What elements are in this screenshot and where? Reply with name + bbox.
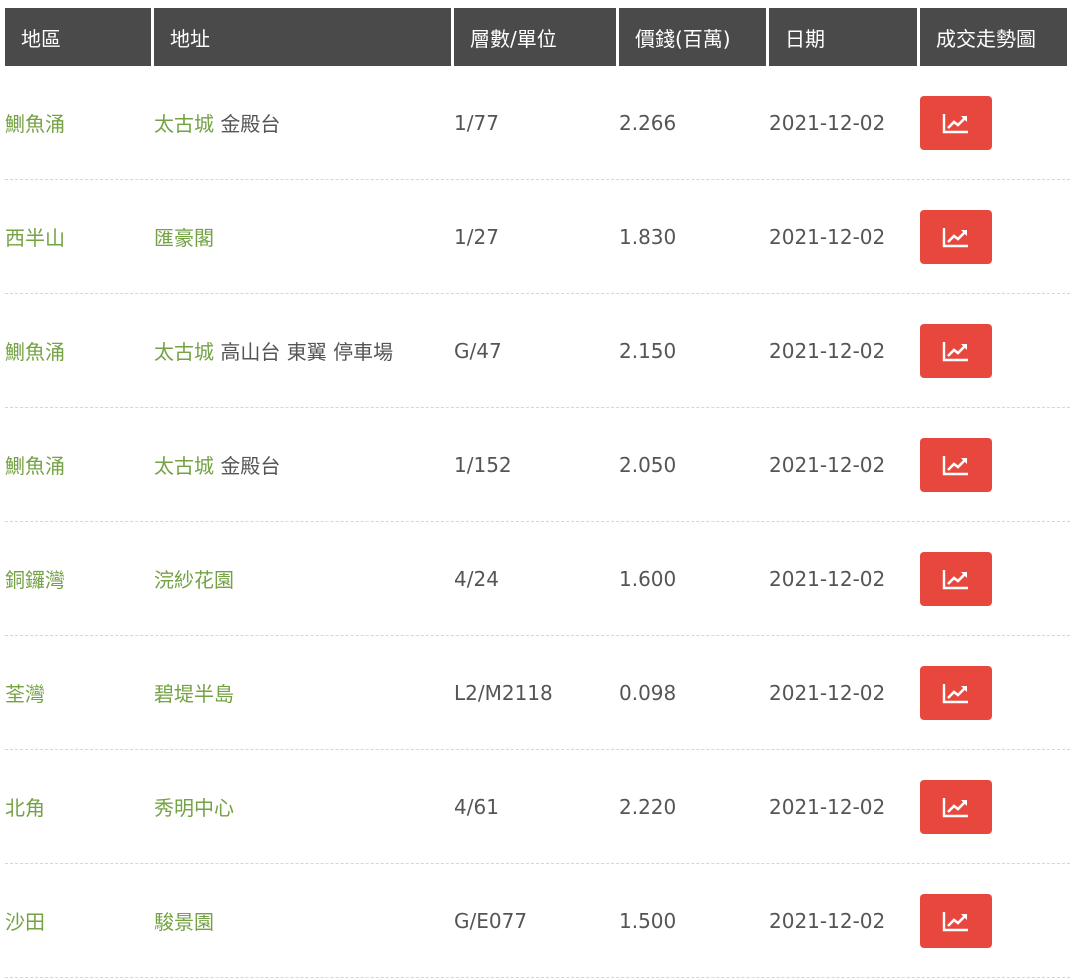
estate-link[interactable]: 浣紗花園 bbox=[154, 568, 234, 592]
trend-chart-button[interactable] bbox=[920, 437, 992, 492]
trend-cell bbox=[920, 893, 1070, 948]
district-link[interactable]: 北角 bbox=[5, 792, 154, 821]
transactions-table: 地區 地址 層數/單位 價錢(百萬) 日期 成交走勢圖 鰂魚涌 太古城 金殿台 … bbox=[5, 8, 1070, 978]
estate-link[interactable]: 匯豪閣 bbox=[154, 226, 214, 250]
table-header: 地區 地址 層數/單位 價錢(百萬) 日期 成交走勢圖 bbox=[5, 8, 1070, 66]
floor-unit: 4/61 bbox=[454, 794, 499, 819]
date: 2021-12-02 bbox=[769, 680, 886, 705]
table-row: 荃灣 碧堤半島 L2/M2118 0.098 2021-12-02 bbox=[5, 636, 1070, 750]
table-row: 鰂魚涌 太古城 金殿台 1/77 2.266 2021-12-02 bbox=[5, 66, 1070, 180]
header-price: 價錢(百萬) bbox=[619, 8, 766, 66]
line-chart-icon bbox=[942, 797, 968, 817]
line-chart-icon bbox=[942, 341, 968, 361]
line-chart-icon bbox=[942, 113, 968, 133]
date: 2021-12-02 bbox=[769, 224, 886, 249]
trend-cell bbox=[920, 779, 1070, 834]
price: 1.830 bbox=[619, 224, 677, 249]
floor-unit: 1/152 bbox=[454, 452, 512, 477]
district-link[interactable]: 西半山 bbox=[5, 222, 154, 251]
trend-cell bbox=[920, 551, 1070, 606]
address-detail: 金殿台 bbox=[214, 112, 281, 136]
line-chart-icon bbox=[942, 683, 968, 703]
trend-chart-button[interactable] bbox=[920, 779, 992, 834]
trend-chart-button[interactable] bbox=[920, 665, 992, 720]
table-body: 鰂魚涌 太古城 金殿台 1/77 2.266 2021-12-02 西半山 匯豪… bbox=[5, 66, 1070, 978]
date: 2021-12-02 bbox=[769, 452, 886, 477]
trend-cell bbox=[920, 437, 1070, 492]
address-cell: 駿景園 bbox=[154, 906, 454, 935]
trend-cell bbox=[920, 95, 1070, 150]
trend-cell bbox=[920, 209, 1070, 264]
price: 2.266 bbox=[619, 110, 677, 135]
address-cell: 秀明中心 bbox=[154, 792, 454, 821]
address-detail: 金殿台 bbox=[214, 454, 281, 478]
floor-unit: 4/24 bbox=[454, 566, 499, 591]
trend-chart-button[interactable] bbox=[920, 893, 992, 948]
trend-chart-button[interactable] bbox=[920, 209, 992, 264]
header-address: 地址 bbox=[154, 8, 451, 66]
floor-unit: G/E077 bbox=[454, 908, 528, 933]
price: 2.150 bbox=[619, 338, 677, 363]
address-cell: 太古城 金殿台 bbox=[154, 450, 454, 479]
estate-link[interactable]: 太古城 bbox=[154, 112, 214, 136]
address-detail: 高山台 東翼 停車場 bbox=[214, 340, 394, 364]
trend-cell bbox=[920, 323, 1070, 378]
address-cell: 碧堤半島 bbox=[154, 678, 454, 707]
floor-unit: L2/M2118 bbox=[454, 680, 553, 705]
price: 1.600 bbox=[619, 566, 677, 591]
floor-unit: G/47 bbox=[454, 338, 502, 363]
district-link[interactable]: 鰂魚涌 bbox=[5, 450, 154, 479]
floor-unit: 1/77 bbox=[454, 110, 499, 135]
price: 0.098 bbox=[619, 680, 677, 705]
line-chart-icon bbox=[942, 455, 968, 475]
district-link[interactable]: 荃灣 bbox=[5, 678, 154, 707]
floor-unit: 1/27 bbox=[454, 224, 499, 249]
district-link[interactable]: 沙田 bbox=[5, 906, 154, 935]
header-date: 日期 bbox=[769, 8, 917, 66]
estate-link[interactable]: 太古城 bbox=[154, 340, 214, 364]
district-link[interactable]: 鰂魚涌 bbox=[5, 108, 154, 137]
address-cell: 浣紗花園 bbox=[154, 564, 454, 593]
estate-link[interactable]: 太古城 bbox=[154, 454, 214, 478]
address-cell: 太古城 金殿台 bbox=[154, 108, 454, 137]
trend-chart-button[interactable] bbox=[920, 323, 992, 378]
header-floor-unit: 層數/單位 bbox=[454, 8, 616, 66]
district-link[interactable]: 鰂魚涌 bbox=[5, 336, 154, 365]
address-cell: 太古城 高山台 東翼 停車場 bbox=[154, 336, 454, 365]
estate-link[interactable]: 駿景園 bbox=[154, 910, 214, 934]
date: 2021-12-02 bbox=[769, 566, 886, 591]
trend-chart-button[interactable] bbox=[920, 551, 992, 606]
header-trend: 成交走勢圖 bbox=[920, 8, 1067, 66]
table-row: 銅鑼灣 浣紗花園 4/24 1.600 2021-12-02 bbox=[5, 522, 1070, 636]
table-row: 西半山 匯豪閣 1/27 1.830 2021-12-02 bbox=[5, 180, 1070, 294]
date: 2021-12-02 bbox=[769, 908, 886, 933]
address-cell: 匯豪閣 bbox=[154, 222, 454, 251]
price: 2.220 bbox=[619, 794, 677, 819]
table-row: 北角 秀明中心 4/61 2.220 2021-12-02 bbox=[5, 750, 1070, 864]
table-row: 沙田 駿景園 G/E077 1.500 2021-12-02 bbox=[5, 864, 1070, 978]
header-district: 地區 bbox=[5, 8, 151, 66]
trend-cell bbox=[920, 665, 1070, 720]
estate-link[interactable]: 秀明中心 bbox=[154, 796, 234, 820]
price: 2.050 bbox=[619, 452, 677, 477]
estate-link[interactable]: 碧堤半島 bbox=[154, 682, 234, 706]
district-link[interactable]: 銅鑼灣 bbox=[5, 564, 154, 593]
table-row: 鰂魚涌 太古城 高山台 東翼 停車場 G/47 2.150 2021-12-02 bbox=[5, 294, 1070, 408]
line-chart-icon bbox=[942, 227, 968, 247]
line-chart-icon bbox=[942, 569, 968, 589]
line-chart-icon bbox=[942, 911, 968, 931]
date: 2021-12-02 bbox=[769, 110, 886, 135]
table-row: 鰂魚涌 太古城 金殿台 1/152 2.050 2021-12-02 bbox=[5, 408, 1070, 522]
date: 2021-12-02 bbox=[769, 338, 886, 363]
date: 2021-12-02 bbox=[769, 794, 886, 819]
trend-chart-button[interactable] bbox=[920, 95, 992, 150]
price: 1.500 bbox=[619, 908, 677, 933]
